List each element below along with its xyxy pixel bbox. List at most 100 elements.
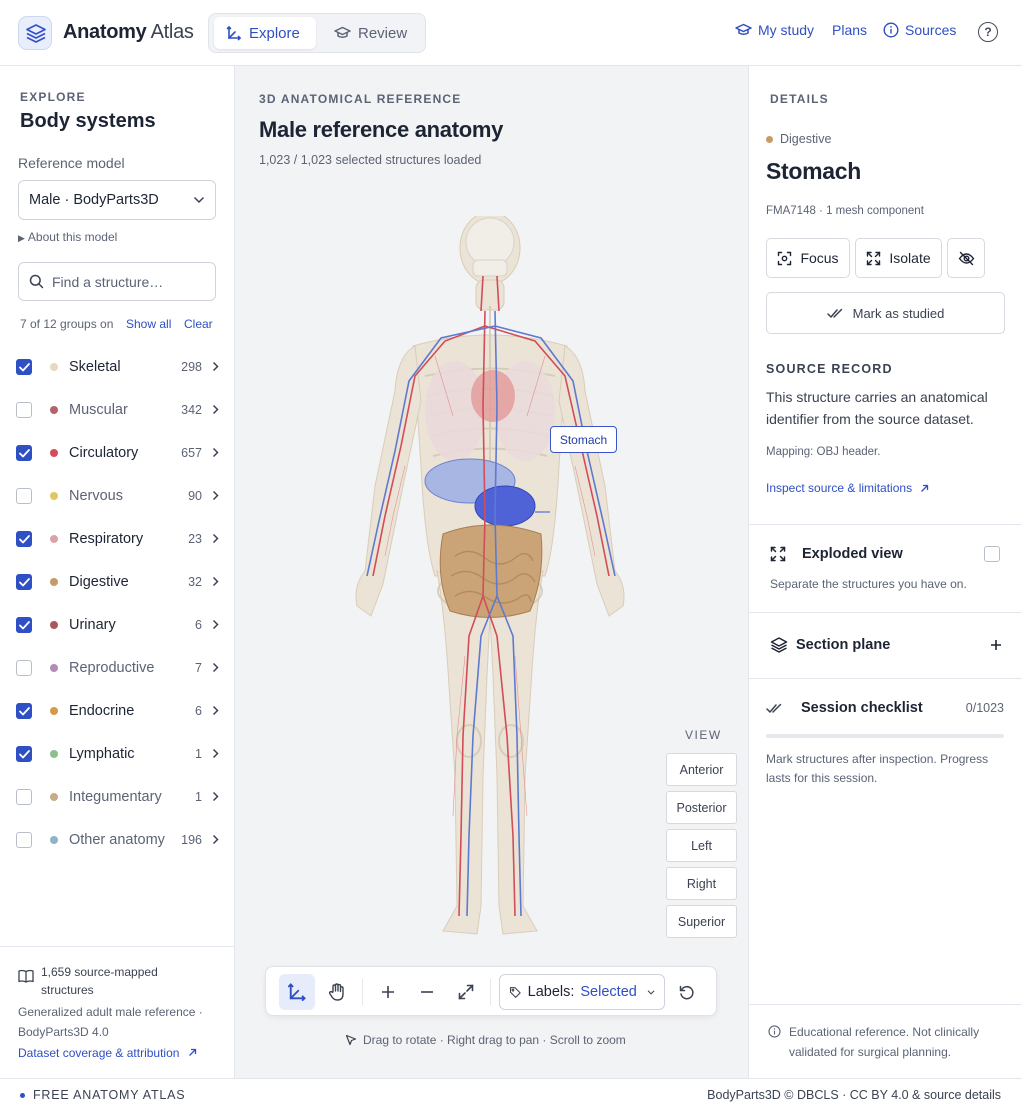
footer-dot xyxy=(20,1092,25,1098)
help-icon[interactable]: ? xyxy=(978,22,998,42)
system-group-count: 342 xyxy=(181,403,202,417)
show-all-link[interactable]: Show all xyxy=(126,317,171,331)
system-group-checkbox[interactable] xyxy=(16,746,32,762)
search-input[interactable] xyxy=(52,273,202,290)
footer-attribution-link[interactable]: BodyParts3D © DBCLS · CC BY 4.0 & source… xyxy=(707,1088,1001,1102)
exploded-view-checkbox[interactable] xyxy=(984,546,1000,562)
reference-model-select[interactable]: Male · BodyParts3D xyxy=(18,180,216,220)
rotate-tool-button[interactable] xyxy=(279,974,315,1010)
pan-tool-button[interactable] xyxy=(319,974,355,1010)
plans-link[interactable]: Plans xyxy=(832,22,867,38)
system-group-count: 32 xyxy=(188,575,202,589)
graduation-cap-icon xyxy=(334,26,351,38)
system-group-row[interactable]: Digestive 32 xyxy=(16,567,222,597)
chevron-right-icon[interactable] xyxy=(212,617,222,634)
anatomy-3d-model[interactable] xyxy=(345,216,635,946)
system-group-name: Respiratory xyxy=(69,531,144,547)
system-group-checkbox[interactable] xyxy=(16,574,32,590)
section-plane-row[interactable]: Section plane xyxy=(770,636,1002,654)
system-group-row[interactable]: Lymphatic 1 xyxy=(16,739,222,769)
chevron-right-icon[interactable] xyxy=(212,703,222,720)
clear-link[interactable]: Clear xyxy=(184,317,213,331)
details-border xyxy=(748,66,749,1078)
viewer-panel: 3D ANATOMICAL REFERENCE Male reference a… xyxy=(235,66,748,1078)
reset-view-button[interactable] xyxy=(668,974,704,1010)
system-group-row[interactable]: Skeletal 298 xyxy=(16,352,222,382)
labels-dropdown[interactable]: Labels: Selected xyxy=(499,974,665,1010)
my-study-link[interactable]: My study xyxy=(735,22,814,38)
expand-icon xyxy=(770,546,786,562)
system-group-row[interactable]: Other anatomy 196 xyxy=(16,825,222,855)
chevron-right-icon[interactable] xyxy=(212,660,222,677)
mapping-text: Mapping: OBJ header. xyxy=(766,446,881,458)
chevron-right-icon[interactable] xyxy=(212,445,222,462)
chevron-right-icon[interactable] xyxy=(212,402,222,419)
chevron-right-icon[interactable] xyxy=(212,746,222,763)
system-group-row[interactable]: Nervous 90 xyxy=(16,481,222,511)
system-color-dot xyxy=(50,363,58,371)
exploded-view-row[interactable]: Exploded view xyxy=(770,546,1000,562)
view-label: VIEW xyxy=(685,728,722,742)
chevron-right-icon[interactable] xyxy=(212,359,222,376)
system-group-checkbox[interactable] xyxy=(16,703,32,719)
sources-link[interactable]: Sources xyxy=(883,22,956,38)
system-group-row[interactable]: Reproductive 7 xyxy=(16,653,222,683)
chevron-right-icon[interactable] xyxy=(212,832,222,849)
system-group-checkbox[interactable] xyxy=(16,488,32,504)
plus-icon[interactable] xyxy=(990,639,1002,651)
divider xyxy=(748,678,1022,679)
stomach-callout[interactable]: Stomach xyxy=(550,426,617,453)
system-group-row[interactable]: Respiratory 23 xyxy=(16,524,222,554)
dataset-coverage-link[interactable]: Dataset coverage & attribution xyxy=(18,1046,197,1060)
system-group-row[interactable]: Endocrine 6 xyxy=(16,696,222,726)
system-group-checkbox[interactable] xyxy=(16,445,32,461)
isolate-button[interactable]: Isolate xyxy=(855,238,942,278)
about-model-toggle[interactable]: ▶ About this model xyxy=(18,230,117,244)
view-left-button[interactable]: Left xyxy=(666,829,737,862)
system-group-checkbox[interactable] xyxy=(16,660,32,676)
view-right-button[interactable]: Right xyxy=(666,867,737,900)
review-tab[interactable]: Review xyxy=(322,17,422,49)
chevron-right-icon[interactable] xyxy=(212,574,222,591)
exploded-view-title: Exploded view xyxy=(802,546,903,562)
system-color-dot xyxy=(766,135,773,143)
mark-as-studied-button[interactable]: Mark as studied xyxy=(766,292,1005,334)
details-panel: DETAILS Digestive Stomach FMA7148 · 1 me… xyxy=(748,66,1022,1078)
system-color-dot xyxy=(50,578,58,586)
system-group-checkbox[interactable] xyxy=(16,832,32,848)
system-group-row[interactable]: Integumentary 1 xyxy=(16,782,222,812)
view-posterior-button[interactable]: Posterior xyxy=(666,791,737,824)
system-group-checkbox[interactable] xyxy=(16,789,32,805)
view-anterior-button[interactable]: Anterior xyxy=(666,753,737,786)
system-group-checkbox[interactable] xyxy=(16,617,32,633)
book-icon xyxy=(18,969,34,983)
top-bar: Anatomy Atlas Explore Review My study Pl… xyxy=(0,0,1022,66)
eye-off-icon xyxy=(958,251,974,265)
chevron-right-icon[interactable] xyxy=(212,488,222,505)
system-group-count: 90 xyxy=(188,489,202,503)
fit-view-button[interactable] xyxy=(448,974,484,1010)
inspect-source-link[interactable]: Inspect source & limitations xyxy=(766,481,929,495)
system-group-checkbox[interactable] xyxy=(16,402,32,418)
hide-button[interactable] xyxy=(947,238,985,278)
system-group-checkbox[interactable] xyxy=(16,359,32,375)
system-group-row[interactable]: Circulatory 657 xyxy=(16,438,222,468)
zoom-in-button[interactable] xyxy=(370,974,406,1010)
explore-tab[interactable]: Explore xyxy=(214,17,316,49)
exploded-view-description: Separate the structures you have on. xyxy=(770,577,967,591)
focus-button[interactable]: Focus xyxy=(766,238,850,278)
mark-as-studied-label: Mark as studied xyxy=(852,305,945,321)
system-group-row[interactable]: Muscular 342 xyxy=(16,395,222,425)
chevron-right-icon[interactable] xyxy=(212,789,222,806)
system-group-row[interactable]: Urinary 6 xyxy=(16,610,222,640)
clinical-notice: Educational reference. Not clinically va… xyxy=(768,1022,1008,1062)
system-group-name: Endocrine xyxy=(69,703,135,719)
divider xyxy=(748,524,1022,525)
system-group-name: Nervous xyxy=(69,488,123,504)
clinical-notice-text: Educational reference. Not clinically va… xyxy=(789,1025,980,1059)
layers-logo-icon[interactable] xyxy=(18,16,52,50)
view-superior-button[interactable]: Superior xyxy=(666,905,737,938)
chevron-right-icon[interactable] xyxy=(212,531,222,548)
zoom-out-button[interactable] xyxy=(409,974,445,1010)
system-group-checkbox[interactable] xyxy=(16,531,32,547)
